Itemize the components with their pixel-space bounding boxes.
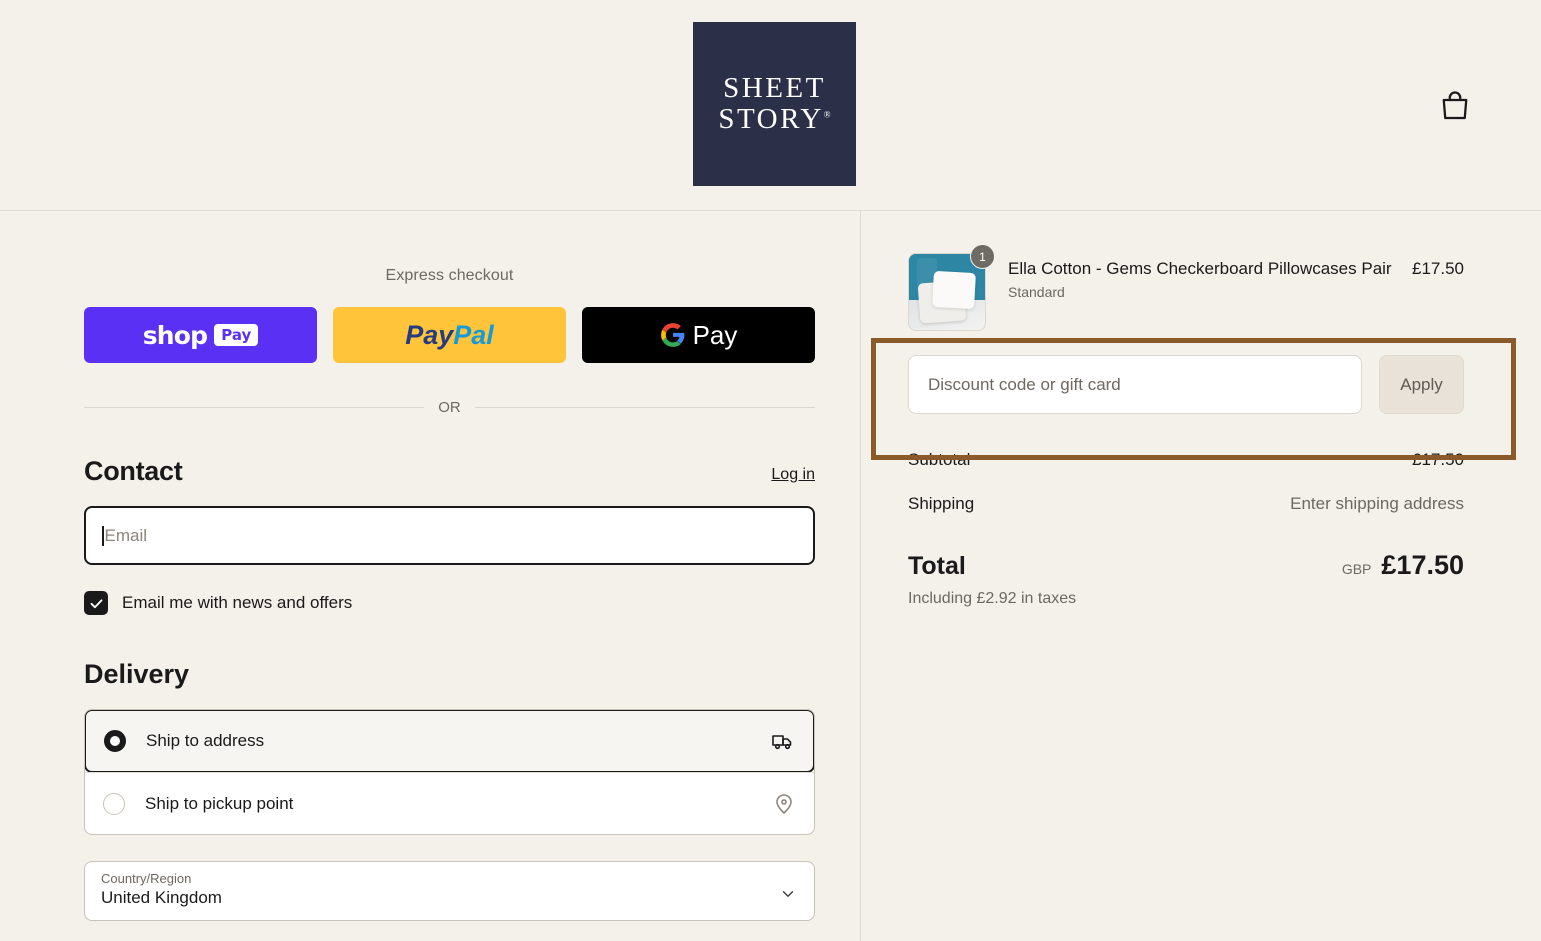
product-price: £17.50	[1412, 259, 1464, 278]
subtotal-label: Subtotal	[908, 450, 971, 469]
radio-unselected-icon	[103, 792, 125, 815]
delivery-option-ship-to-address[interactable]: Ship to address	[85, 710, 814, 773]
divider-line-right	[474, 407, 815, 408]
divider-label: OR	[438, 399, 461, 416]
express-checkout-buttons: shop Pay Pay Pal Pay	[84, 307, 815, 363]
or-divider: OR	[84, 399, 815, 416]
total-label: Total	[908, 552, 966, 580]
delivery-option-ship-to-pickup-point[interactable]: Ship to pickup point	[85, 772, 814, 834]
logo-line-2: STORY®	[718, 103, 831, 135]
contact-title: Contact	[84, 456, 183, 486]
shipping-row: Shipping Enter shipping address	[908, 494, 1464, 514]
map-pin-icon	[772, 792, 796, 816]
login-link[interactable]: Log in	[771, 466, 815, 487]
page-header: SHEET STORY®	[0, 0, 1541, 211]
subtotal-row: Subtotal £17.50	[908, 450, 1464, 470]
discount-code-input[interactable]: Discount code or gift card	[908, 355, 1362, 414]
country-region-select[interactable]: Country/Region United Kingdom	[84, 861, 815, 921]
google-pay-logo: Pay	[660, 319, 738, 351]
google-g-icon	[660, 323, 684, 347]
paypal-logo: Pay Pal	[405, 320, 494, 351]
radio-selected-icon	[104, 730, 126, 752]
email-placeholder: Email	[104, 525, 148, 545]
discount-placeholder: Discount code or gift card	[928, 374, 1121, 394]
total-currency: GBP	[1341, 561, 1372, 577]
apply-discount-button[interactable]: Apply	[1379, 355, 1464, 414]
checkout-form-column: Express checkout shop Pay Pay Pal Pay OR…	[0, 211, 861, 941]
registered-trademark-icon: ®	[823, 109, 831, 120]
subtotal-value: £17.50	[1412, 450, 1464, 469]
google-pay-button[interactable]: Pay	[582, 307, 815, 363]
delivery-option-label-0: Ship to address	[146, 731, 265, 750]
paypal-button[interactable]: Pay Pal	[333, 307, 566, 363]
quantity-badge: 1	[970, 244, 995, 269]
tax-note: Including £2.92 in taxes	[908, 590, 1077, 607]
country-region-label: Country/Region	[101, 871, 192, 886]
text-caret	[102, 525, 104, 546]
newsletter-label: Email me with news and offers	[122, 593, 353, 612]
express-checkout-title: Express checkout	[385, 267, 514, 284]
product-details: Ella Cotton - Gems Checkerboard Pillowca…	[1008, 253, 1412, 300]
shop-pay-button[interactable]: shop Pay	[84, 307, 317, 363]
shop-pay-label: shop	[142, 320, 208, 350]
product-thumbnail-wrap: 1	[908, 244, 995, 331]
checkout-page: SHEET STORY® Express checkout shop Pay P…	[0, 0, 1541, 941]
paypal-label-b: Pal	[453, 319, 494, 350]
delivery-option-label-1: Ship to pickup point	[145, 793, 294, 813]
shipping-value: Enter shipping address	[1290, 494, 1464, 513]
delivery-title: Delivery	[84, 659, 190, 689]
google-pay-label: Pay	[692, 319, 738, 350]
order-totals: Subtotal £17.50 Shipping Enter shipping …	[908, 450, 1464, 608]
order-summary-column: 1 Ella Cotton - Gems Checkerboard Pillow…	[861, 211, 1541, 941]
newsletter-checkbox[interactable]	[84, 591, 108, 615]
shipping-label: Shipping	[908, 494, 975, 513]
discount-section: Discount code or gift card Apply	[908, 355, 1464, 414]
country-region-value: United Kingdom	[101, 888, 222, 907]
shopping-bag-icon[interactable]	[1437, 88, 1473, 124]
product-name: Ella Cotton - Gems Checkerboard Pillowca…	[1008, 259, 1392, 278]
order-line-item: 1 Ella Cotton - Gems Checkerboard Pillow…	[908, 244, 1464, 331]
shop-pay-badge: Pay	[214, 324, 259, 346]
logo-line-1: SHEET	[723, 71, 826, 104]
divider-line-left	[84, 407, 425, 408]
truck-icon	[771, 729, 795, 753]
product-variant: Standard	[1008, 284, 1065, 300]
delivery-options: Ship to address Ship to pickup point	[84, 709, 815, 835]
grand-total-row: Total GBP £17.50	[908, 550, 1464, 581]
chevron-down-icon	[779, 885, 797, 908]
paypal-label-a: Pay	[405, 319, 454, 350]
contact-header: Contact Log in	[84, 456, 815, 487]
total-amount: £17.50	[1381, 550, 1464, 580]
checkout-main: Express checkout shop Pay Pay Pal Pay OR…	[0, 211, 1541, 941]
thumbnail-pillow-front	[932, 270, 976, 310]
email-field[interactable]: Email	[84, 506, 815, 565]
total-amount-group: GBP £17.50	[1342, 550, 1464, 581]
brand-logo[interactable]: SHEET STORY®	[693, 22, 856, 186]
logo-line-2-text: STORY	[718, 103, 824, 135]
newsletter-row[interactable]: Email me with news and offers	[84, 591, 815, 615]
checkmark-icon	[90, 598, 102, 608]
